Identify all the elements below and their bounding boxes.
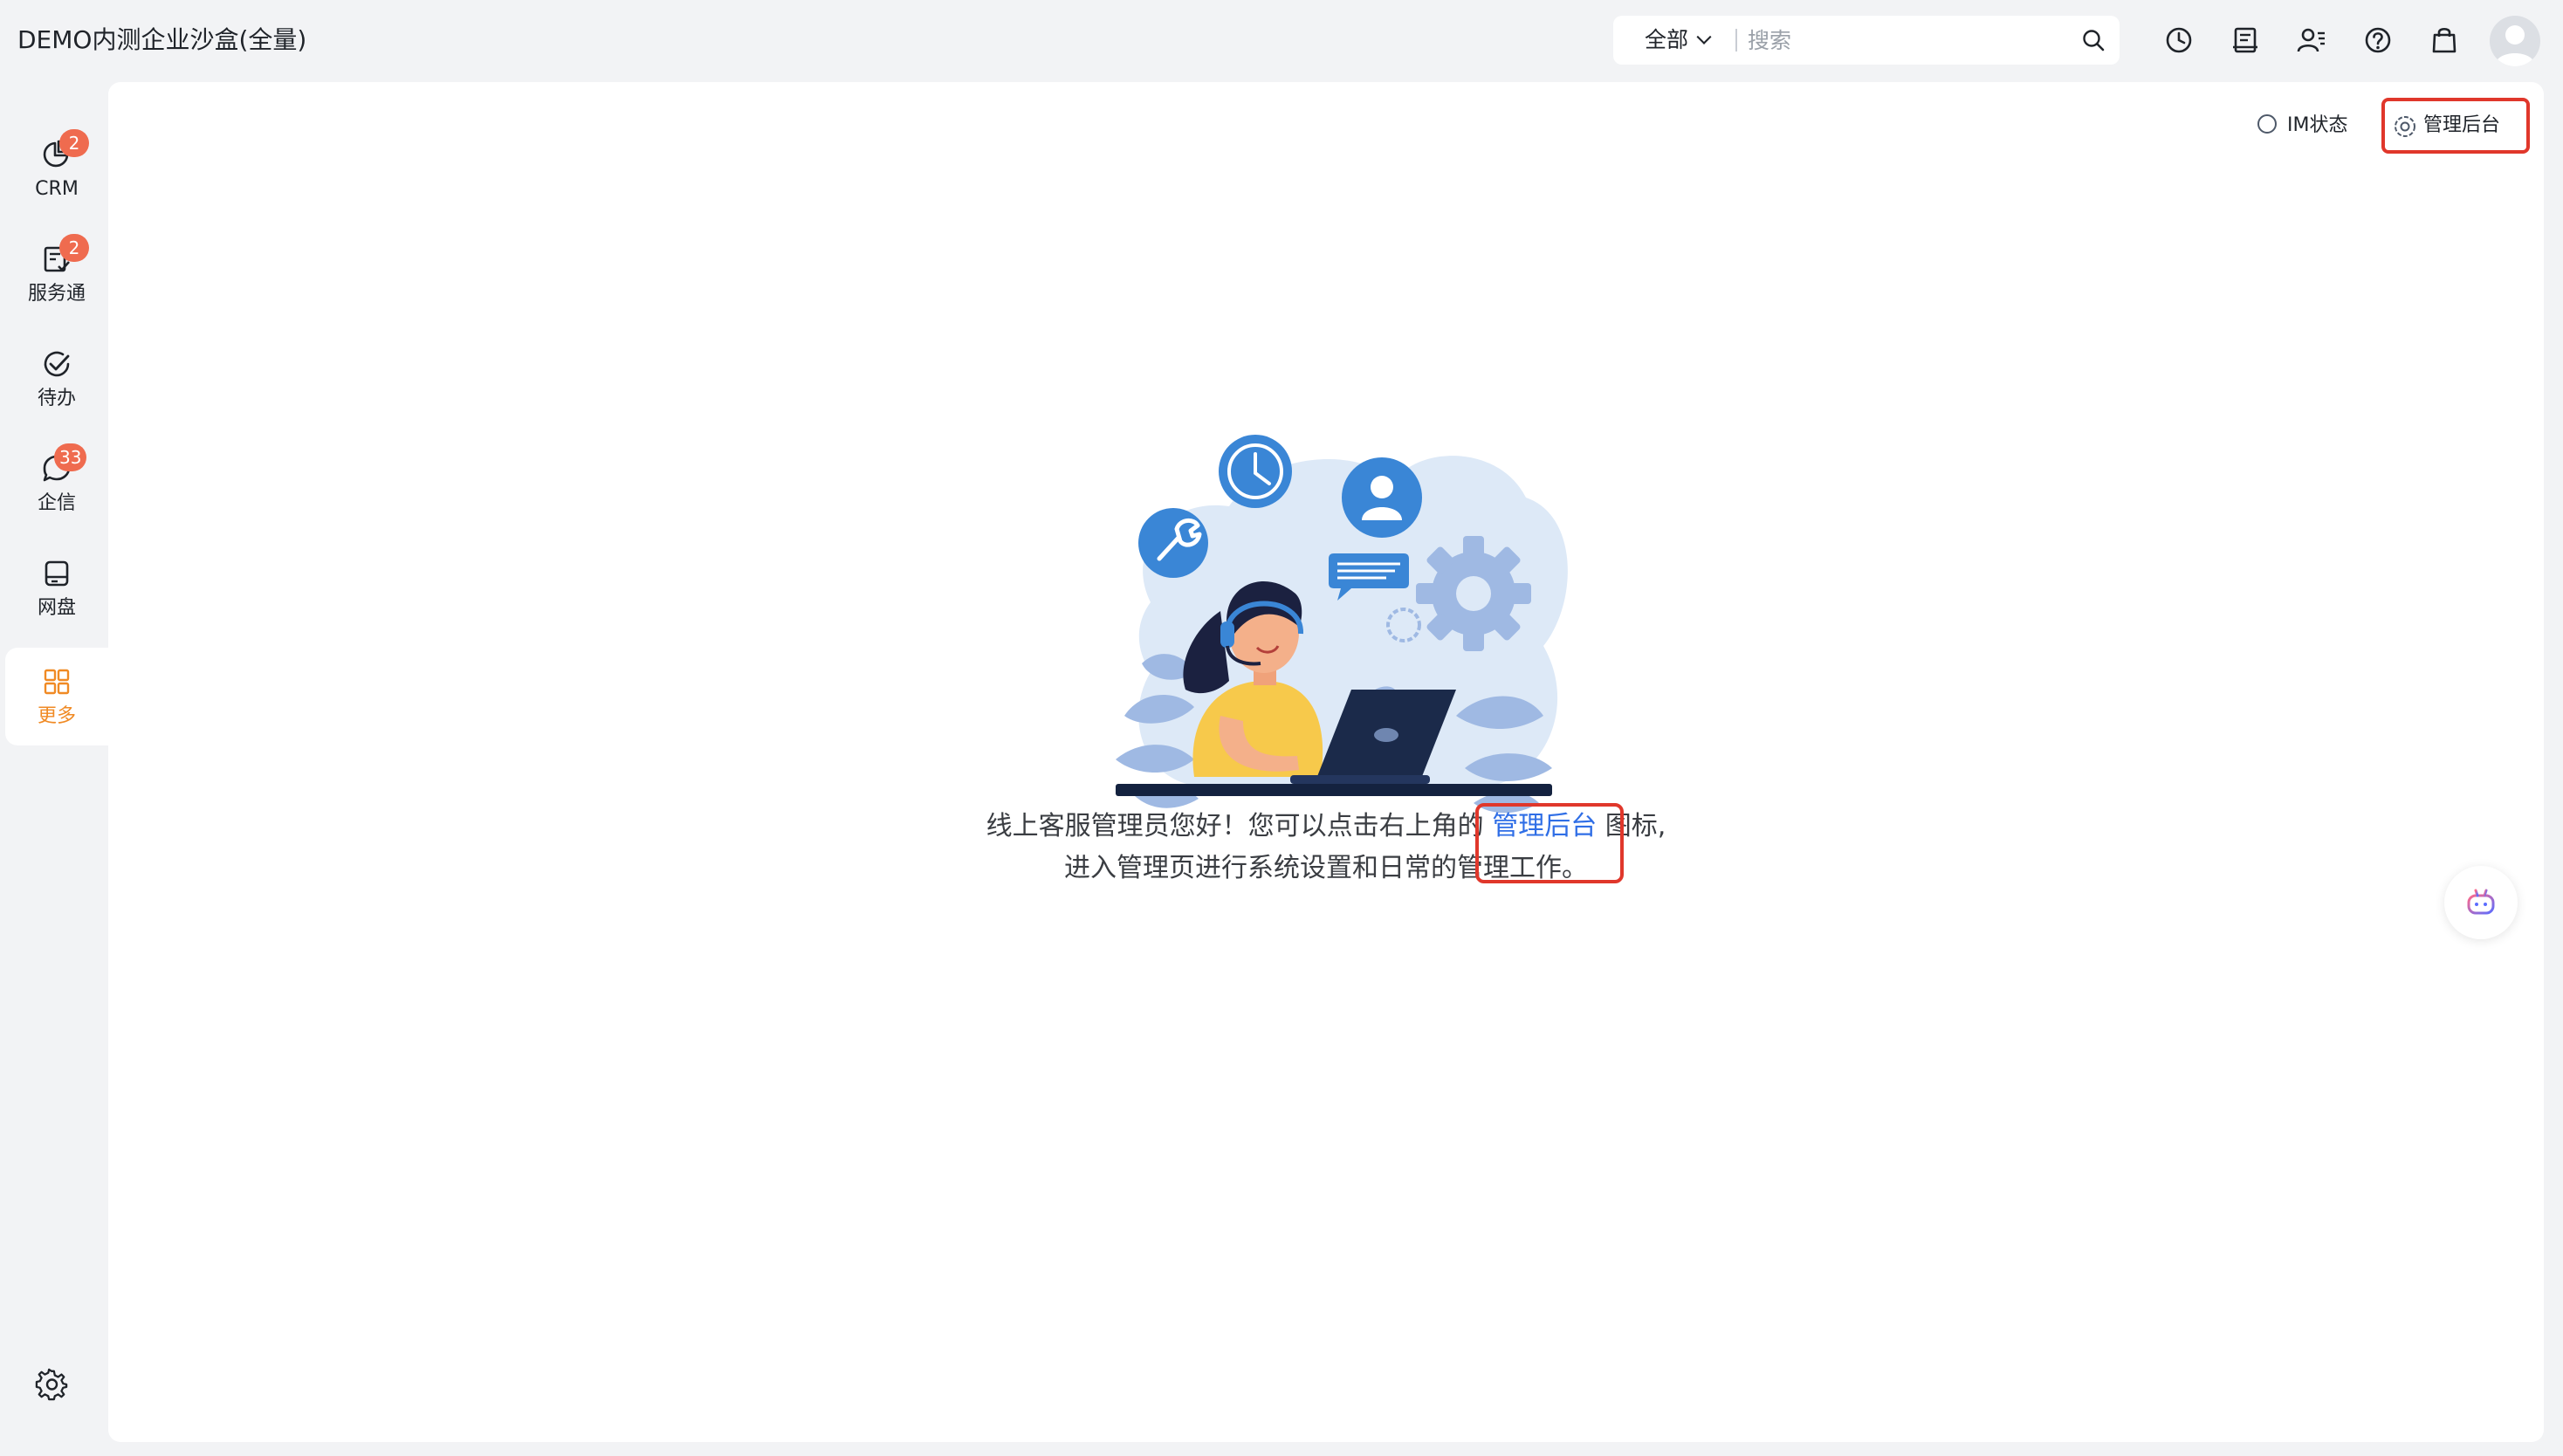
status-circle-icon (2257, 114, 2277, 134)
sidebar-item-label: 企信 (37, 492, 76, 514)
grid-more-icon (44, 669, 70, 695)
top-bar: DEMO内测企业沙盒(全量) 全部 (0, 0, 2563, 80)
sidebar-item-label: 服务通 (27, 283, 86, 305)
history-icon[interactable] (2161, 23, 2196, 58)
chevron-down-icon (1696, 29, 1712, 45)
sidebar: 2 CRM 2 服务通 待办 33 企信 网盘 更多 (0, 80, 108, 1456)
sidebar-item-label: 网盘 (37, 597, 76, 619)
robot-assistant-icon (2467, 889, 2495, 915)
user-avatar[interactable] (2490, 16, 2540, 66)
disk-drive-icon (45, 560, 69, 587)
messages-badge: 33 (54, 443, 87, 471)
admin-console-button[interactable]: 管理后台 (2381, 98, 2530, 154)
sidebar-item-label: 待办 (37, 388, 76, 409)
contacts-icon[interactable] (2294, 23, 2329, 58)
help-icon[interactable] (2360, 23, 2395, 58)
crm-badge: 2 (59, 129, 89, 157)
search-divider (1735, 29, 1737, 52)
sidebar-item-label: 更多 (37, 705, 76, 727)
search-scope-dropdown[interactable]: 全部 (1645, 16, 1712, 65)
search-scope-label: 全部 (1645, 27, 1689, 52)
admin-link-highlight (1475, 803, 1624, 883)
notebook-icon[interactable] (2228, 23, 2263, 58)
message-text-before: 线上客服管理员您好！您可以点击右上角的 (986, 811, 1484, 841)
sidebar-item-label: CRM (35, 178, 79, 200)
gear-icon[interactable] (35, 1367, 70, 1402)
default-user-icon (2495, 25, 2535, 66)
sidebar-item-messages[interactable]: 33 企信 (5, 435, 108, 532)
admin-console-label: 管理后台 (2423, 114, 2501, 136)
search-box: 全部 (1613, 16, 2120, 65)
shopping-bag-icon[interactable] (2427, 23, 2462, 58)
sidebar-item-crm[interactable]: 2 CRM (5, 120, 108, 218)
service-badge: 2 (59, 234, 89, 262)
gear-icon (2395, 116, 2415, 137)
im-status-toggle[interactable]: IM状态 (2257, 108, 2347, 143)
sidebar-item-todo[interactable]: 待办 (5, 330, 108, 428)
todo-check-icon (44, 351, 70, 377)
ai-assistant-button[interactable] (2444, 866, 2518, 939)
search-icon[interactable] (2081, 28, 2106, 52)
app-title: DEMO内测企业沙盒(全量) (17, 25, 307, 54)
sidebar-item-drive[interactable]: 网盘 (5, 539, 108, 637)
im-status-label: IM状态 (2287, 114, 2348, 136)
sidebar-item-more[interactable]: 更多 (5, 648, 108, 745)
welcome-message-line-2: 进入管理页进行系统设置和日常的管理工作。 (1064, 853, 1588, 883)
search-input[interactable] (1748, 23, 2062, 58)
welcome-message-line-1: 线上客服管理员您好！您可以点击右上角的 管理后台 图标, (108, 805, 2544, 848)
main-panel: IM状态 管理后台 线上客服管理员您好！您可以点击右上角的 管理后台 图标, 进… (108, 82, 2544, 1442)
sidebar-item-service[interactable]: 2 服务通 (5, 225, 108, 323)
